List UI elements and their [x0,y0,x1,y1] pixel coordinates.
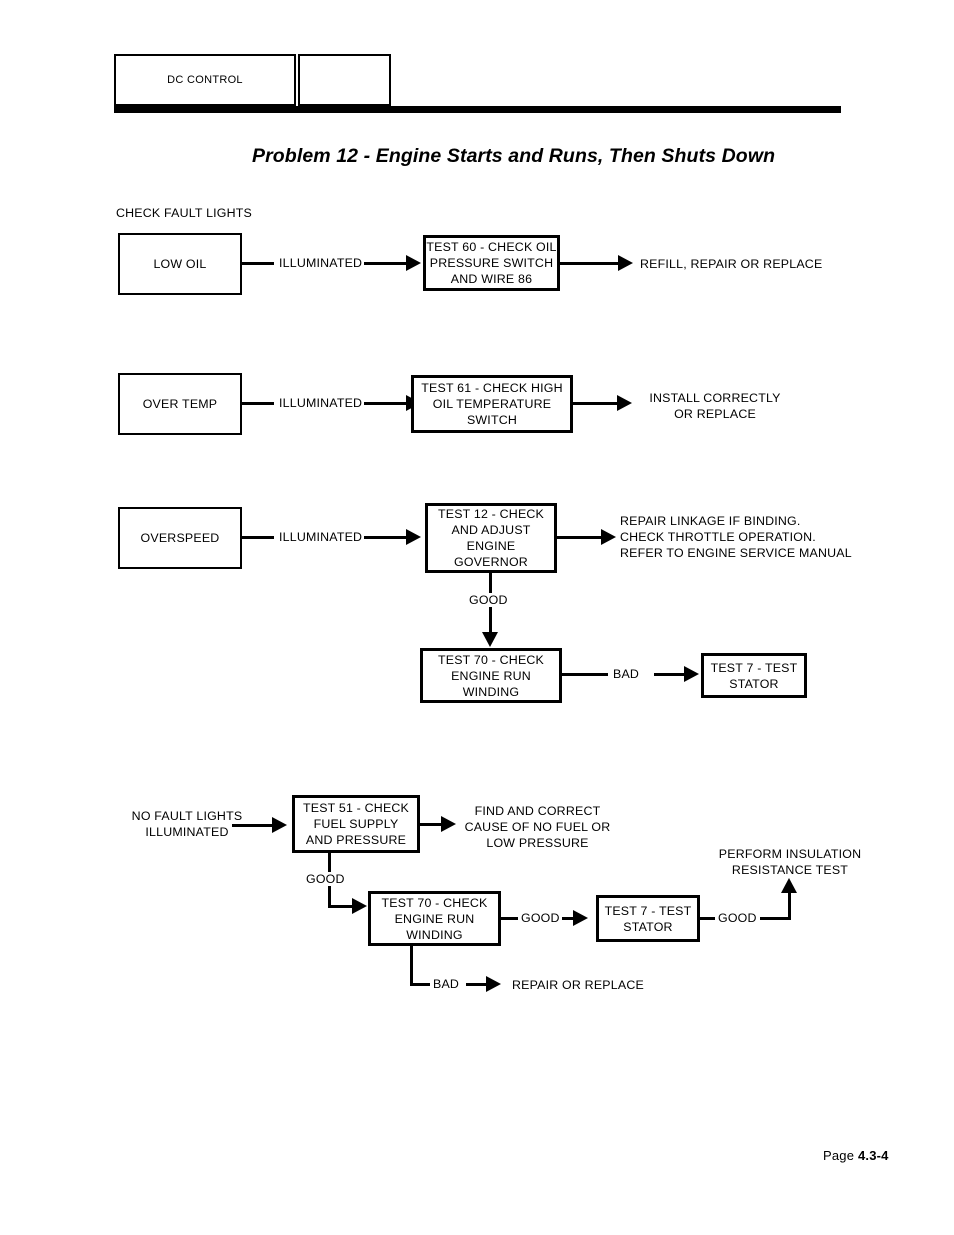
arrow-row3-to-test12 [406,529,421,545]
outcome-test51: FIND AND CORRECT CAUSE OF NO FUEL OR LOW… [464,804,611,850]
connector-test70-lower-bad-horz [410,983,430,986]
connector-row1-label: ILLUMINATED [276,256,366,270]
header-secondary-box [298,54,391,106]
box-test-70-lower-label: TEST 70 - CHECK ENGINE RUN WINDING [381,895,488,942]
connector-test7-good-seg2 [760,917,791,920]
box-overspeed-label: OVERSPEED [140,531,220,545]
outcome-test70-lower-bad: REPAIR OR REPLACE [512,978,644,992]
connector-test70-lower-bad-horz2 [466,983,488,986]
connector-row3-seg2 [364,536,408,539]
connector-test70-lower-bad-label: BAD [430,977,463,991]
box-test-60-label: TEST 60 - CHECK OIL PRESSURE SWITCH AND … [426,240,557,286]
connector-test7-good-label: GOOD [715,911,760,925]
box-low-oil-label: LOW OIL [153,257,207,271]
arrow-row1-outcome [618,255,633,271]
box-test-70-upper-label: TEST 70 - CHECK ENGINE RUN WINDING [437,652,545,699]
connector-row4-in [232,824,274,827]
box-test-61-label: TEST 61 - CHECK HIGH OIL TEMPERATURE SWI… [421,381,563,427]
box-test-61: TEST 61 - CHECK HIGH OIL TEMPERATURE SWI… [411,375,573,433]
arrow-row2-outcome [617,395,632,411]
connector-row3-label: ILLUMINATED [276,530,366,544]
connector-row1-seg1 [242,262,274,265]
box-test-7-lower-label: TEST 7 - TEST STATOR [604,903,692,934]
box-low-oil: LOW OIL [118,233,242,295]
outcome-row3: REPAIR LINKAGE IF BINDING. CHECK THROTTL… [620,514,852,560]
connector-row1-out [560,262,622,265]
box-over-temp: OVER TEMP [118,373,242,435]
arrow-row4-to-test51 [272,817,287,833]
connector-row3-good-label: GOOD [466,593,511,607]
connector-test51-good-label: GOOD [303,872,348,886]
connector-test70-lower-bad-vert [410,946,413,986]
box-test-12: TEST 12 - CHECK AND ADJUST ENGINE GOVERN… [425,503,557,573]
connector-test70-bad-seg2 [654,673,686,676]
box-test-7-upper: TEST 7 - TEST STATOR [701,653,807,698]
connector-row3-out [557,536,605,539]
page-title: Problem 12 - Engine Starts and Runs, The… [252,145,776,167]
box-test-51: TEST 51 - CHECK FUEL SUPPLY AND PRESSURE [292,795,420,853]
arrow-row3-down-to-test70 [482,632,498,647]
arrow-row3-outcome [601,529,616,545]
arrow-row1-to-test60 [406,255,421,271]
connector-row2-label: ILLUMINATED [276,396,366,410]
connector-row2-seg1 [242,402,274,405]
arrow-test51-outcome [441,816,456,832]
outcome-row1: REFILL, REPAIR OR REPLACE [640,257,823,271]
connector-test70-bad [562,673,608,676]
box-test-7-lower: TEST 7 - TEST STATOR [596,895,700,942]
arrow-test70-lower-bad-outcome [486,976,501,992]
page-footer: Page 4.3-4 [823,1148,889,1163]
box-over-temp-label: OVER TEMP [142,397,218,411]
box-overspeed: OVERSPEED [118,507,242,569]
arrow-test70-lower-to-test7 [573,910,588,926]
box-test-7-upper-label: TEST 7 - TEST STATOR [710,660,798,691]
arrow-test7-good-up [781,878,797,893]
connector-test70-lower-good-label: GOOD [518,911,563,925]
connector-row3-seg1 [242,536,274,539]
connector-test7-good-vert [788,893,791,920]
header-section-label: DC CONTROL [167,74,243,86]
footer-page-number: 4.3-4 [857,1148,889,1163]
header-section-box: DC CONTROL [114,54,296,106]
box-test-70-upper: TEST 70 - CHECK ENGINE RUN WINDING [420,648,562,703]
footer-page-prefix: Page [823,1148,858,1163]
box-test-12-label: TEST 12 - CHECK AND ADJUST ENGINE GOVERN… [437,507,545,569]
connector-test70-bad-label: BAD [610,667,643,681]
outcome-final-insulation-test: PERFORM INSULATION RESISTANCE TEST [718,847,862,877]
connector-test7-good-seg1 [700,917,716,920]
connector-row1-seg2 [364,262,408,265]
box-test-60: TEST 60 - CHECK OIL PRESSURE SWITCH AND … [423,235,560,291]
connector-test70-lower-good-seg1 [501,917,519,920]
arrow-test51-good-to-test70 [352,898,367,914]
connector-row2-out [573,402,621,405]
outcome-row2: INSTALL CORRECTLY OR REPLACE [649,391,781,421]
box-test-51-label: TEST 51 - CHECK FUEL SUPPLY AND PRESSURE [302,801,410,847]
box-test-70-lower: TEST 70 - CHECK ENGINE RUN WINDING [368,891,501,946]
check-fault-lights-label: CHECK FAULT LIGHTS [116,206,253,220]
arrow-test70-to-test7 [684,666,699,682]
header-rule [114,106,841,113]
document-page: DC CONTROL Problem 12 - Engine Starts an… [0,0,954,1235]
connector-row2-seg2 [364,402,408,405]
